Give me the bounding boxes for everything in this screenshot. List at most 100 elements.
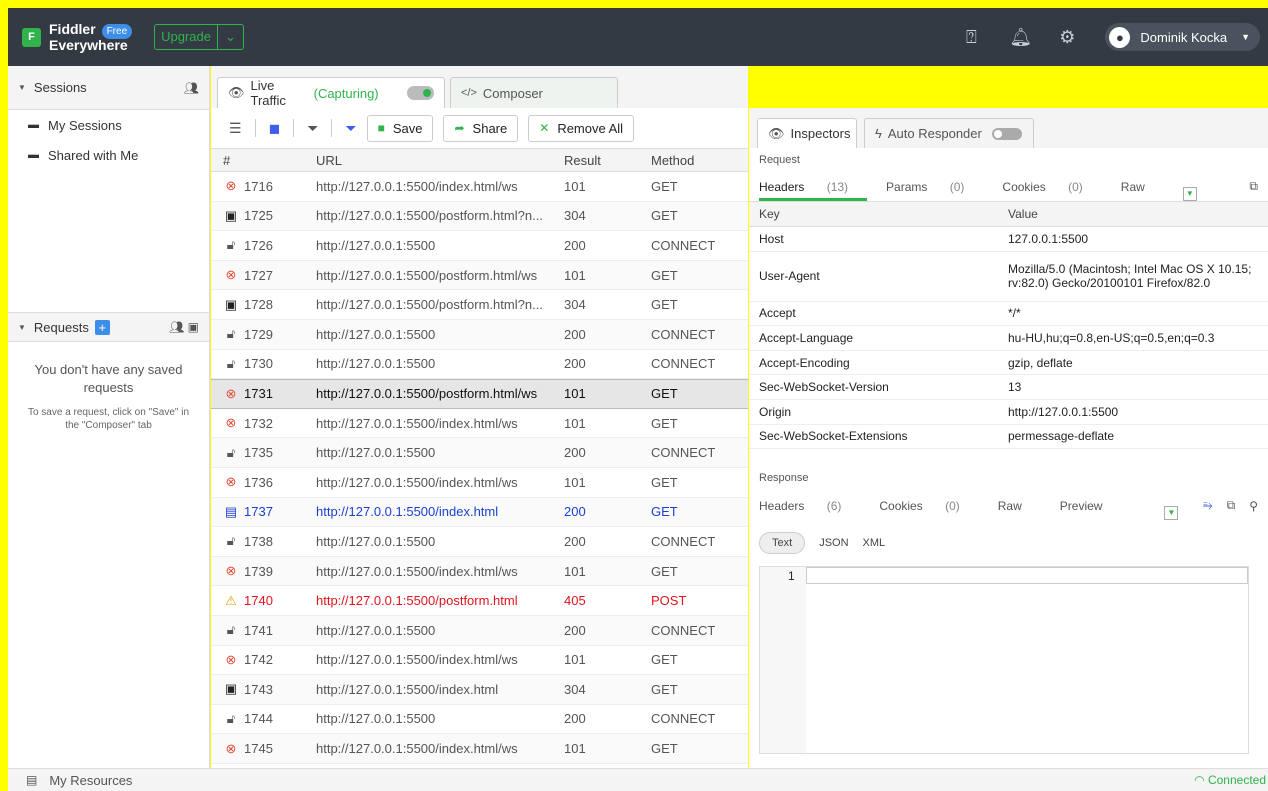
- auto-responder-toggle[interactable]: [991, 127, 1022, 140]
- search-icon[interactable]: ⚲: [1249, 499, 1258, 520]
- table-row[interactable]: 🔓︎ 1741 http://127.0.0.1:5500 200 CONNECT: [211, 615, 748, 646]
- help-icon[interactable]: ⍰: [961, 27, 981, 48]
- upgrade-label: Upgrade: [161, 29, 211, 44]
- sidebar-item-shared-with-me[interactable]: ▬ Shared with Me: [8, 140, 209, 170]
- sidebar-item-my-sessions[interactable]: ▬ My Sessions: [8, 110, 209, 140]
- row-result: 405: [564, 593, 586, 609]
- table-row[interactable]: ⊗ 1732 http://127.0.0.1:5500/index.html/ws…: [211, 409, 748, 439]
- row-number-cell: ⊗ 1732: [211, 415, 306, 431]
- tab-request-cookies[interactable]: Cookies (0): [1002, 180, 1101, 201]
- users-folder-icon[interactable]: 👥︎ ▣: [169, 320, 199, 334]
- header-row[interactable]: Host 127.0.0.1:5500: [749, 227, 1268, 252]
- row-id: 1735: [244, 445, 273, 461]
- header-value: permessage-deflate: [1008, 429, 1115, 444]
- sessions-header[interactable]: ▼ Sessions 👥︎: [8, 66, 209, 110]
- filter-icon[interactable]: ⏷: [307, 120, 318, 137]
- header-row[interactable]: Accept-Language hu-HU,hu;q=0.8,en-US;q=0.…: [749, 326, 1268, 351]
- save-button[interactable]: ■ Save: [366, 114, 434, 142]
- format-xml[interactable]: XML: [863, 537, 886, 549]
- add-request-icon[interactable]: +: [94, 319, 110, 335]
- wrap-icon[interactable]: ⥱: [1203, 498, 1213, 520]
- header-key: Sec-WebSocket-Extensions: [759, 429, 908, 444]
- table-row[interactable]: ⚠ 1740 http://127.0.0.1:5500/postform.html…: [211, 586, 748, 616]
- row-number-cell: 🔓︎ 1744: [211, 711, 306, 727]
- column-header-url[interactable]: URL: [306, 153, 554, 168]
- tab-composer[interactable]: </> Composer: [450, 77, 618, 108]
- table-row[interactable]: ▣ 1725 http://127.0.0.1:5500/postform.html…: [211, 201, 748, 232]
- resources-icon[interactable]: ▤: [26, 773, 37, 787]
- table-row[interactable]: 🔓︎ 1735 http://127.0.0.1:5500 200 CONNECT: [211, 438, 748, 468]
- format-text[interactable]: Text: [759, 532, 806, 554]
- table-row[interactable]: 🔓︎ 1729 http://127.0.0.1:5500 200 CONNECT: [211, 319, 748, 350]
- chevron-down-icon[interactable]: ▼: [1182, 187, 1197, 201]
- tab-response-cookies[interactable]: Cookies (0): [879, 499, 978, 520]
- table-row[interactable]: ⊗ 1716 http://127.0.0.1:5500/index.html/ws…: [211, 172, 748, 202]
- editor-line[interactable]: [806, 567, 1248, 584]
- column-header-result[interactable]: Result: [554, 153, 639, 168]
- table-row[interactable]: ▣ 1743 http://127.0.0.1:5500/index.html 304…: [211, 675, 748, 705]
- user-menu[interactable]: ● Dominik Kocka ▼: [1105, 23, 1260, 51]
- tab-request-params[interactable]: Params (0): [886, 180, 983, 201]
- row-method: CONNECT: [651, 711, 716, 727]
- table-row[interactable]: ▣ 1728 http://127.0.0.1:5500/postform.html…: [211, 290, 748, 320]
- decode-icon[interactable]: ◼: [269, 120, 281, 137]
- chevron-down-icon[interactable]: ▼: [1164, 506, 1179, 520]
- remove-all-button[interactable]: ✕ Remove All: [528, 114, 635, 142]
- chevron-down-icon[interactable]: ⌄: [217, 25, 243, 49]
- upgrade-button[interactable]: Upgrade ⌄: [154, 24, 244, 50]
- table-row[interactable]: ⊗ 1739 http://127.0.0.1:5500/index.html/ws…: [211, 556, 748, 587]
- table-row[interactable]: 🔓︎ 1738 http://127.0.0.1:5500 200 CONNECT: [211, 527, 748, 557]
- capture-toggle[interactable]: [406, 86, 434, 100]
- gear-icon[interactable]: ⚙: [1057, 27, 1077, 48]
- tab-live-traffic[interactable]: 👁︎ Live Traffic (Capturing): [217, 77, 445, 108]
- tab-response-headers[interactable]: Headers (6): [759, 499, 860, 520]
- tab-response-preview[interactable]: Preview: [1060, 499, 1122, 520]
- header-row[interactable]: Accept-Encoding gzip, deflate: [749, 351, 1268, 376]
- my-resources-label[interactable]: My Resources: [49, 773, 132, 788]
- tab-response-raw[interactable]: Raw: [998, 499, 1041, 520]
- menu-icon[interactable]: ☰: [229, 120, 242, 137]
- column-header-number[interactable]: #: [211, 153, 306, 168]
- header-row[interactable]: Accept */*: [749, 302, 1268, 327]
- table-row[interactable]: ⊗ 1736 http://127.0.0.1:5500/index.html/ws…: [211, 468, 748, 498]
- row-number-cell: ⊗ 1742: [211, 652, 306, 668]
- table-row[interactable]: ⊗ 1742 http://127.0.0.1:5500/index.html/ws…: [211, 646, 748, 676]
- row-method: CONNECT: [651, 445, 716, 461]
- row-result: 200: [564, 711, 586, 727]
- response-editor[interactable]: 1: [759, 566, 1249, 754]
- bell-icon[interactable]: 🔔︎: [1009, 27, 1032, 48]
- table-row[interactable]: ⊗ 1727 http://127.0.0.1:5500/postform.html…: [211, 260, 748, 291]
- table-row[interactable]: ▤ 1737 http://127.0.0.1:5500/index.html 200…: [211, 497, 748, 528]
- websocket-icon: ⊗: [225, 267, 237, 283]
- header-row[interactable]: Sec-WebSocket-Version 13: [749, 375, 1268, 400]
- empty-requests-title: You don't have any saved requests: [34, 362, 183, 395]
- collapse-triangle-icon[interactable]: ▼: [18, 323, 26, 332]
- copy-icon[interactable]: ⧉: [1249, 179, 1258, 201]
- header-row[interactable]: User-Agent Mozilla/5.0 (Macintosh; Intel …: [749, 252, 1268, 302]
- tab-inspectors-label: Inspectors: [790, 126, 851, 141]
- tab-inspectors[interactable]: 👁︎ Inspectors: [757, 118, 857, 148]
- header-row[interactable]: Origin http://127.0.0.1:5500: [749, 400, 1268, 425]
- user-name: Dominik Kocka: [1140, 29, 1228, 45]
- tab-request-headers[interactable]: Headers (13): [759, 180, 868, 201]
- tab-auto-responder[interactable]: ϟ Auto Responder: [864, 118, 1034, 148]
- share-button[interactable]: ➦ Share: [443, 114, 519, 142]
- lock-icon: 🔓︎: [226, 237, 236, 253]
- cache-icon: ▣: [224, 296, 238, 312]
- users-icon[interactable]: 👥︎: [184, 81, 199, 95]
- column-header-method[interactable]: Method: [639, 153, 748, 168]
- row-id: 1726: [244, 237, 273, 253]
- table-row[interactable]: 🔓︎ 1726 http://127.0.0.1:5500 200 CONNECT: [211, 231, 748, 261]
- collapse-triangle-icon[interactable]: ▼: [18, 83, 26, 92]
- table-row[interactable]: 🔓︎ 1730 http://127.0.0.1:5500 200 CONNECT: [211, 350, 748, 380]
- table-row[interactable]: ⊗ 1731 http://127.0.0.1:5500/postform.html…: [211, 379, 748, 409]
- requests-header[interactable]: ▼ Requests + 👥︎ ▣: [8, 312, 209, 342]
- copy-icon[interactable]: ⧉: [1227, 498, 1236, 520]
- row-result: 101: [564, 741, 586, 757]
- format-json[interactable]: JSON: [819, 537, 848, 549]
- table-row[interactable]: ⊗ 1745 http://127.0.0.1:5500/index.html/ws…: [211, 734, 748, 764]
- clear-filter-icon[interactable]: ⏷: [345, 120, 356, 137]
- table-row[interactable]: 🔓︎ 1744 http://127.0.0.1:5500 200 CONNECT: [211, 705, 748, 735]
- tab-request-raw[interactable]: Raw: [1121, 180, 1164, 201]
- header-row[interactable]: Sec-WebSocket-Extensions permessage-defla…: [749, 425, 1268, 450]
